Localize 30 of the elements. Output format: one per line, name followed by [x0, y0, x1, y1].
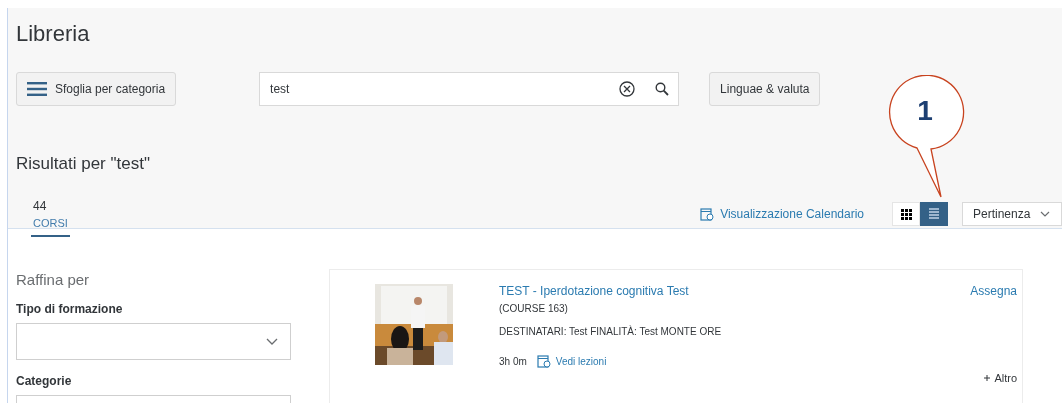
courses-tab[interactable]: 44 CORSI — [31, 199, 70, 237]
calendar-icon — [536, 354, 551, 368]
course-code: (COURSE 163) — [499, 303, 569, 314]
calendar-view-link[interactable]: Visualizzazione Calendario — [700, 207, 864, 221]
chevron-down-icon — [1040, 211, 1051, 217]
page-title: Libreria — [16, 20, 91, 48]
sort-dropdown[interactable]: Pertinenza — [962, 202, 1062, 226]
course-duration: 3h 0m — [499, 355, 527, 367]
course-description: DESTINATARI: Test FINALITÀ: Test MONTE ORE — [499, 326, 723, 337]
view-lessons-link[interactable]: Vedi lezioni — [536, 354, 607, 368]
results-heading: Risultati per "test" — [16, 154, 151, 174]
search-icon[interactable] — [655, 82, 670, 96]
search-field[interactable]: test — [259, 72, 680, 106]
filter-label: Tipo di formazione — [16, 302, 124, 316]
callout-number: 1 — [916, 95, 934, 127]
menu-icon — [27, 82, 47, 96]
view-toggle-button[interactable] — [920, 202, 948, 226]
plus-icon — [984, 375, 991, 381]
grid-icon — [900, 208, 912, 220]
list-icon — [929, 208, 939, 220]
course-title-link[interactable]: TEST - Iperdotazione cognitiva Test — [499, 284, 907, 298]
filter-label: Categorie — [16, 374, 73, 388]
more-link[interactable]: Altro — [984, 372, 1017, 384]
language-currency-button[interactable]: Linguae & valuta — [709, 72, 821, 106]
calendar-icon — [700, 207, 715, 221]
browse-category-button[interactable]: Sfoglia per categoria — [16, 72, 177, 106]
clear-icon[interactable] — [619, 81, 636, 97]
refine-heading: Raffina per — [16, 271, 91, 288]
chevron-down-icon — [266, 338, 278, 345]
assign-link[interactable]: Assegna — [970, 284, 1017, 298]
